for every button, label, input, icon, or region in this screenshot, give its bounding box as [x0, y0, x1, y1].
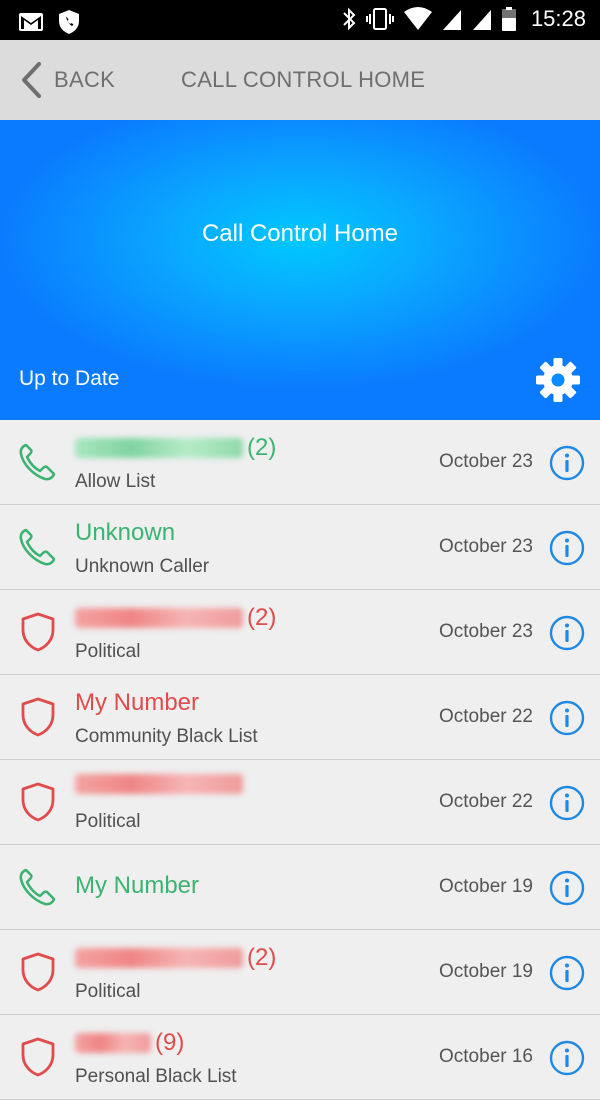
shield-icon [17, 695, 59, 739]
redacted-caller-name [75, 774, 243, 794]
call-count: (9) [155, 1029, 185, 1056]
bluetooth-icon [341, 6, 357, 32]
call-history-list: (2) Allow List October 23 Unknown Unknown Ca… [0, 420, 600, 1100]
call-row[interactable]: (9) Personal Black List October 16 [0, 1015, 600, 1100]
back-button[interactable]: BACK [20, 40, 115, 120]
caller-name: My Number [75, 872, 200, 899]
redacted-caller-name [75, 948, 243, 968]
vibrate-icon [365, 6, 395, 32]
call-count: (2) [247, 604, 277, 631]
shield-icon [17, 950, 59, 994]
shield-phone-icon [58, 9, 80, 35]
info-icon[interactable] [549, 530, 585, 566]
redacted-caller-name [75, 438, 243, 458]
shield-icon [17, 780, 59, 824]
call-date: October 19 [439, 876, 533, 897]
call-count: (2) [247, 434, 277, 461]
shield-icon [17, 1035, 59, 1079]
call-row[interactable]: (2) Allow List October 23 [0, 420, 600, 505]
call-row[interactable]: My Number Community Black List October 22 [0, 675, 600, 760]
shield-icon [17, 610, 59, 654]
call-category: Personal Black List [75, 1066, 237, 1087]
info-icon[interactable] [549, 1040, 585, 1076]
wifi-icon [403, 6, 433, 32]
status-bar: 15:28 [0, 0, 600, 40]
hero-banner: Call Control Home Up to Date [0, 120, 600, 420]
call-row[interactable]: (2) Political October 19 [0, 930, 600, 1015]
toolbar: BACK CALL CONTROL HOME [0, 40, 600, 120]
call-category: Unknown Caller [75, 556, 210, 577]
back-label: BACK [54, 67, 116, 92]
call-date: October 23 [439, 536, 533, 557]
redacted-caller-name [75, 608, 243, 628]
phone-icon [17, 525, 59, 569]
call-row[interactable]: Unknown Unknown Caller October 23 [0, 505, 600, 590]
call-count: (2) [247, 944, 277, 971]
call-row[interactable]: Political October 22 [0, 760, 600, 845]
call-category: Community Black List [75, 726, 258, 747]
signal-icon [441, 6, 463, 32]
call-date: October 22 [439, 791, 533, 812]
call-row[interactable]: My Number October 19 [0, 845, 600, 930]
caller-name: Unknown [75, 519, 176, 546]
phone-icon [17, 865, 59, 909]
call-date: October 22 [439, 706, 533, 727]
call-category: Political [75, 641, 141, 662]
info-icon[interactable] [549, 445, 585, 481]
phone-icon [17, 440, 59, 484]
call-date: October 23 [439, 621, 533, 642]
settings-button[interactable] [535, 357, 581, 403]
info-icon[interactable] [549, 700, 585, 736]
caller-name: My Number [75, 689, 200, 716]
info-icon[interactable] [549, 615, 585, 651]
update-status: Up to Date [19, 367, 120, 390]
battery-icon [501, 6, 517, 32]
call-row[interactable]: (2) Political October 23 [0, 590, 600, 675]
info-icon[interactable] [549, 785, 585, 821]
call-date: October 23 [439, 451, 533, 472]
info-icon[interactable] [549, 870, 585, 906]
call-category: Political [75, 981, 141, 1002]
hero-title: Call Control Home [201, 220, 399, 247]
call-date: October 16 [439, 1046, 533, 1067]
signal-icon [471, 6, 493, 32]
clock: 15:28 [530, 6, 586, 31]
redacted-caller-name [75, 1033, 151, 1053]
gmail-icon [18, 12, 44, 32]
call-category: Political [75, 811, 141, 832]
gear-icon [536, 358, 580, 402]
chevron-left-icon [20, 62, 42, 98]
info-icon[interactable] [549, 955, 585, 991]
page-title: CALL CONTROL HOME [181, 67, 426, 92]
call-date: October 19 [439, 961, 533, 982]
call-category: Allow List [75, 471, 156, 492]
